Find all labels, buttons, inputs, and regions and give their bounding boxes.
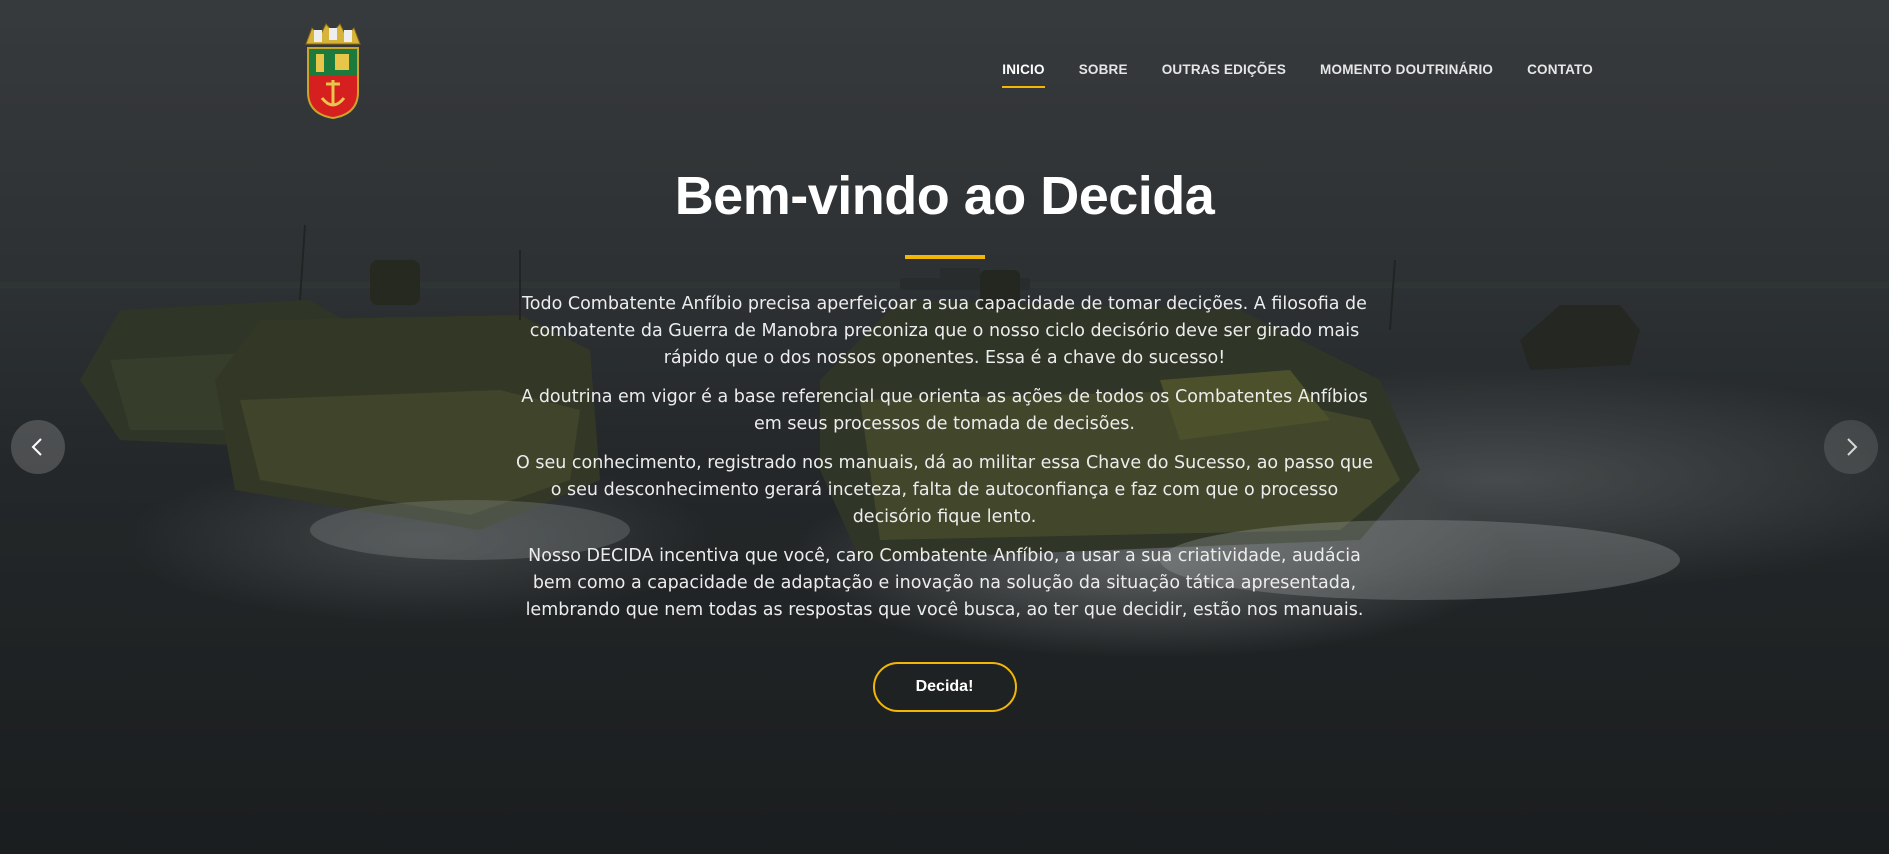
intro-paragraph-1: Todo Combatente Anfíbio precisa aperfeiç… [522, 294, 1367, 368]
nav-item-outras-edicoes[interactable]: OUTRAS EDIÇÕES [1162, 62, 1286, 88]
naval-coat-of-arms-icon [305, 23, 361, 120]
nav-item-sobre[interactable]: SOBRE [1079, 62, 1128, 88]
chevron-right-icon [1847, 438, 1858, 456]
nav-item-inicio[interactable]: INICIO [1002, 62, 1045, 88]
intro-paragraph-3: O seu conhecimento, registrado nos manua… [515, 453, 1374, 527]
hero-carousel: INICIO SOBRE OUTRAS EDIÇÕES MOMENTO DOUT… [0, 0, 1889, 854]
title-underline [904, 255, 985, 259]
page-title: Bem-vindo ao Decida [674, 166, 1215, 226]
main-nav: INICIO SOBRE OUTRAS EDIÇÕES MOMENTO DOUT… [1002, 62, 1593, 88]
carousel-next-button[interactable] [1824, 420, 1878, 474]
intro-paragraph-2: A doutrina em vigor é a base referencial… [521, 387, 1368, 434]
nav-item-momento-doutrinario[interactable]: MOMENTO DOUTRINÁRIO [1320, 62, 1493, 88]
logo[interactable] [302, 22, 364, 120]
hero-content: Bem-vindo ao Decida Todo Combatente Anfí… [0, 165, 1889, 712]
decida-button[interactable]: Decida! [872, 662, 1017, 712]
carousel-prev-button[interactable] [11, 420, 65, 474]
chevron-left-icon [31, 438, 42, 456]
intro-paragraph-4: Nosso DECIDA incentiva que você, caro Co… [525, 546, 1364, 620]
nav-item-contato[interactable]: CONTATO [1527, 62, 1593, 88]
